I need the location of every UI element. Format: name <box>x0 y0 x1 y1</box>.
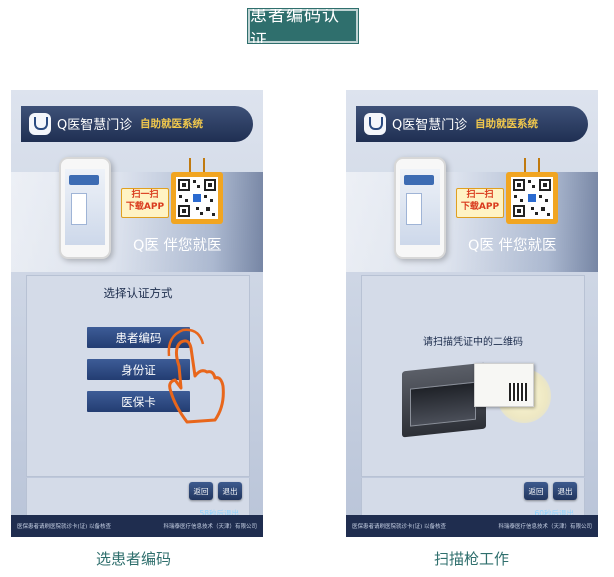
footer-company: 科瑞泰医疗信息技术（天津）有限公司 <box>163 524 257 530</box>
caption-select-code: 选患者编码 <box>96 550 172 568</box>
scan-tag-line2: 下载APP <box>125 202 165 212</box>
slogan: Q医 伴您就医 <box>133 238 222 254</box>
footer-company: 科瑞泰医疗信息技术（天津）有限公司 <box>498 524 592 530</box>
pointing-hand-icon <box>165 326 225 430</box>
kiosk-screen-scan: Q医智慧门诊 自助就医系统 扫一扫 下载APP Q医 伴您就医 请扫描凭证中的二… <box>346 90 598 537</box>
scan-panel: 请扫描凭证中的二维码 <box>361 275 585 477</box>
phone-icon <box>394 157 446 259</box>
kiosk-header: Q医智慧门诊 自助就医系统 <box>356 106 588 142</box>
footer-notice: 医保患者请刷医院就诊卡(证) 以备核查 <box>352 524 447 530</box>
auth-method-panel: 选择认证方式 患者编码 身份证 医保卡 <box>26 275 250 477</box>
brand-name: Q医智慧门诊 <box>392 118 468 133</box>
voucher-qr-icon <box>509 383 527 401</box>
phone-icon <box>59 157 111 259</box>
voucher-card <box>474 363 534 407</box>
back-button[interactable]: 返回 <box>189 482 213 500</box>
footer-notice: 医保患者请刷医院就诊卡(证) 以备核查 <box>17 524 112 530</box>
stethoscope-logo-icon <box>364 113 386 135</box>
panel-title: 选择认证方式 <box>103 286 173 300</box>
system-name: 自助就医系统 <box>140 118 203 130</box>
scan-tag-line1: 扫一扫 <box>466 190 494 200</box>
back-button[interactable]: 返回 <box>524 482 548 500</box>
brand-name: Q医智慧门诊 <box>57 118 133 133</box>
promo-banner: 扫一扫 下载APP Q医 伴您就医 <box>346 142 598 277</box>
scan-tag-line1: 扫一扫 <box>131 190 159 200</box>
scan-tag-line2: 下载APP <box>460 202 500 212</box>
page-title: 患者编码认证 <box>247 6 359 51</box>
stethoscope-logo-icon <box>29 113 51 135</box>
app-qr-code <box>171 158 223 224</box>
kiosk-header: Q医智慧门诊 自助就医系统 <box>21 106 253 142</box>
scan-prompt: 请扫描凭证中的二维码 <box>423 337 523 348</box>
scan-download-tag: 扫一扫 下载APP <box>456 188 504 218</box>
kiosk-footer: 医保患者请刷医院就诊卡(证) 以备核查 科瑞泰医疗信息技术（天津）有限公司 <box>11 515 263 537</box>
system-name: 自助就医系统 <box>475 118 538 130</box>
exit-button[interactable]: 退出 <box>553 482 577 500</box>
promo-banner: 扫一扫 下载APP Q医 伴您就医 <box>11 142 263 277</box>
slogan: Q医 伴您就医 <box>468 238 557 254</box>
kiosk-screen-select: Q医智慧门诊 自助就医系统 扫一扫 下载APP Q医 伴您就医 选择认证方式 患… <box>11 90 263 537</box>
scan-download-tag: 扫一扫 下载APP <box>121 188 169 218</box>
scanner-illustration <box>402 361 551 441</box>
caption-scanner-working: 扫描枪工作 <box>434 550 510 568</box>
exit-button[interactable]: 退出 <box>218 482 242 500</box>
app-qr-code <box>506 158 558 224</box>
kiosk-footer: 医保患者请刷医院就诊卡(证) 以备核查 科瑞泰医疗信息技术（天津）有限公司 <box>346 515 598 537</box>
